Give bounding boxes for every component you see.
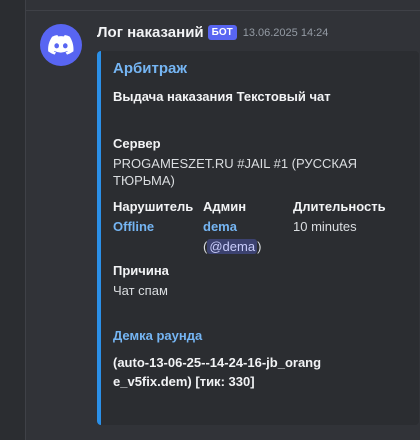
field-admin: Админ dema (@dema) (203, 198, 293, 255)
field-demo-name[interactable]: Демка раунда (113, 328, 202, 343)
mention-close: ) (257, 239, 262, 254)
field-server-name: Сервер (113, 136, 161, 151)
field-violator: Нарушитель Offline (113, 198, 203, 255)
inline-fields: Нарушитель Offline Админ dema (@dema) Дл… (113, 198, 403, 255)
timestamp[interactable]: 13.06.2025 14:24 (243, 27, 329, 39)
field-reason-value: Чат спам (113, 283, 168, 298)
admin-mention-line: (@dema) (203, 238, 293, 255)
embed-author: Арбитраж (113, 60, 187, 77)
field-duration-name: Длительность (293, 199, 386, 214)
admin-link[interactable]: dema (203, 218, 293, 235)
field-reason-name: Причина (113, 263, 169, 278)
embed-description: Выдача наказания Текстовый чат (113, 89, 331, 104)
field-reason: Причина Чат спам (113, 262, 403, 299)
discord-logo-icon (48, 35, 74, 55)
channel-sidebar-edge (0, 0, 26, 440)
bot-message: Лог наказаний БОТ 13.06.2025 14:24 Арбит… (26, 0, 420, 440)
bot-avatar[interactable] (40, 24, 82, 66)
field-violator-name: Нарушитель (113, 199, 194, 214)
violator-link[interactable]: Offline (113, 218, 203, 235)
bot-tag: БОТ (207, 25, 237, 40)
admin-mention[interactable]: @dema (207, 239, 258, 254)
username[interactable]: Лог наказаний (97, 24, 204, 41)
embed-card: Арбитраж Выдача наказания Текстовый чат … (97, 51, 419, 425)
field-duration: Длительность 10 minutes (293, 198, 393, 255)
message-header: Лог наказаний БОТ 13.06.2025 14:24 (97, 24, 328, 41)
field-server-value: PROGAMESZET.RU #JAIL #1 (РУССКАЯ ТЮРЬМА) (113, 156, 358, 188)
field-demo-value: (auto-13-06-25--14-24-16-jb_orange_v5fix… (113, 355, 322, 389)
field-admin-name: Админ (203, 199, 247, 214)
field-duration-value: 10 minutes (293, 219, 357, 234)
field-server: Сервер PROGAMESZET.RU #JAIL #1 (РУССКАЯ … (113, 135, 403, 189)
